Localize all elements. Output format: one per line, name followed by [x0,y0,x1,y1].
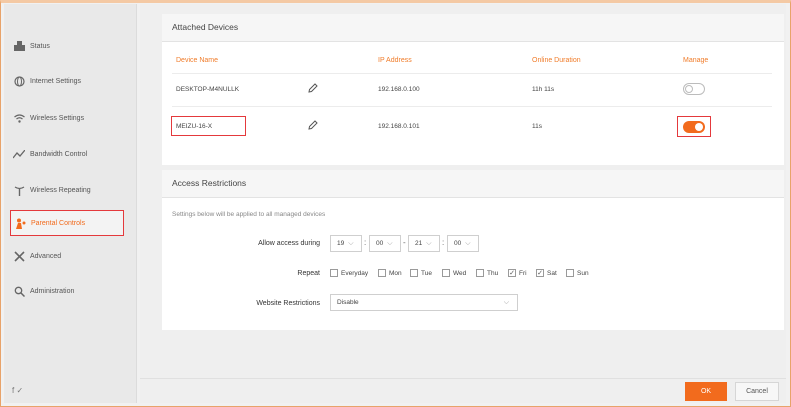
time-separator: : [364,238,367,247]
time-separator: : [442,238,445,247]
sidebar-footer-links[interactable]: f ✓ [12,386,23,395]
chevron-down-icon: ⌵ [387,239,393,247]
access-restrictions-panel: Access Restrictions Settings below will … [162,170,784,330]
bandwidth-icon [13,148,25,160]
sidebar-item-label: Internet Settings [30,77,81,85]
edit-icon[interactable] [308,120,318,132]
checkbox[interactable] [442,269,450,277]
chevron-down-icon: ⌵ [503,298,509,306]
divider [172,73,772,74]
day-checkbox-tue[interactable]: Tue [410,269,432,277]
sidebar-item-advanced[interactable]: Advanced [10,243,124,269]
admin-icon [13,285,25,297]
sidebar-item-label: Parental Controls [31,219,86,227]
main-content: Attached Devices Device Name IP Address … [140,4,786,403]
sidebar-item-label: Status [30,42,50,50]
day-checkbox-mon[interactable]: Mon [378,269,402,277]
checkbox[interactable] [330,269,338,277]
start-minute-select[interactable]: 00 ⌵ [369,235,401,252]
parental-icon [14,217,26,229]
edit-icon[interactable] [308,83,318,95]
ok-button[interactable]: OK [685,382,727,401]
status-icon [13,40,25,52]
day-checkbox-sun[interactable]: Sun [566,269,589,277]
cancel-button[interactable]: Cancel [735,382,779,401]
checkbox-checked[interactable]: ✓ [536,269,544,277]
repeat-label: Repeat [297,270,320,277]
sidebar-item-label: Wireless Repeating [30,186,91,194]
start-hour-select[interactable]: 19 ⌵ [330,235,362,252]
attached-devices-title: Attached Devices [162,14,784,42]
header-manage: Manage [683,57,709,64]
allow-access-label: Allow access during [258,240,320,247]
sidebar-item-bandwidth-control[interactable]: Bandwidth Control [10,141,124,167]
chevron-down-icon: ⌵ [465,239,471,247]
action-bar: OK Cancel [140,378,786,403]
divider [172,106,772,107]
manage-toggle[interactable] [683,83,705,95]
toggle-knob [695,123,703,131]
sidebar-item-wireless-repeating[interactable]: Wireless Repeating [10,177,124,203]
chevron-down-icon: ⌵ [426,239,432,247]
header-device-name: Device Name [176,57,219,64]
header-online-duration: Online Duration [532,57,581,64]
checkbox[interactable] [378,269,386,277]
sidebar-item-administration[interactable]: Administration [10,278,124,304]
chevron-down-icon: ⌵ [348,239,354,247]
globe-icon [13,75,25,87]
sidebar-item-label: Bandwidth Control [30,150,88,158]
end-hour-select[interactable]: 21 ⌵ [408,235,440,252]
sidebar-item-internet-settings[interactable]: Internet Settings [10,68,124,94]
sidebar-item-status[interactable]: Status [10,33,124,59]
checkbox[interactable] [566,269,574,277]
device-online-duration: 11s [532,123,542,130]
device-online-duration: 11h 11s [532,86,555,93]
wifi-icon [13,112,25,124]
manage-toggle[interactable] [683,121,705,133]
device-name: DESKTOP-M4NULLK [176,86,240,93]
time-range-separator: - [403,238,406,247]
day-checkbox-fri[interactable]: ✓ Fri [508,269,527,277]
device-ip: 192.168.0.101 [378,123,420,130]
website-restrictions-select[interactable]: Disable ⌵ [330,294,518,311]
header-ip-address: IP Address [378,57,412,64]
sidebar: Status Internet Settings Wireless Settin… [4,4,137,403]
day-checkbox-sat[interactable]: ✓ Sat [536,269,557,277]
sidebar-item-wireless-settings[interactable]: Wireless Settings [10,105,124,131]
device-name: MEIZU-16-X [176,123,213,130]
checkbox-checked[interactable]: ✓ [508,269,516,277]
day-checkbox-thu[interactable]: Thu [476,269,498,277]
managed-devices-note: Settings below will be applied to all ma… [172,211,326,218]
repeater-icon [13,184,25,196]
checkbox[interactable] [410,269,418,277]
website-restrictions-label: Website Restrictions [256,300,320,307]
checkbox[interactable] [476,269,484,277]
sidebar-item-label: Advanced [30,252,62,260]
access-restrictions-title: Access Restrictions [162,170,784,198]
toggle-knob [685,85,693,93]
sidebar-item-parental-controls[interactable]: Parental Controls [10,210,124,236]
sidebar-item-label: Administration [30,287,75,295]
day-checkbox-wed[interactable]: Wed [442,269,466,277]
tools-icon [13,250,25,262]
sidebar-item-label: Wireless Settings [30,114,85,122]
attached-devices-panel: Attached Devices Device Name IP Address … [162,14,784,165]
device-ip: 192.168.0.100 [378,86,420,93]
day-checkbox-everyday[interactable]: Everyday [330,269,368,277]
end-minute-select[interactable]: 00 ⌵ [447,235,479,252]
